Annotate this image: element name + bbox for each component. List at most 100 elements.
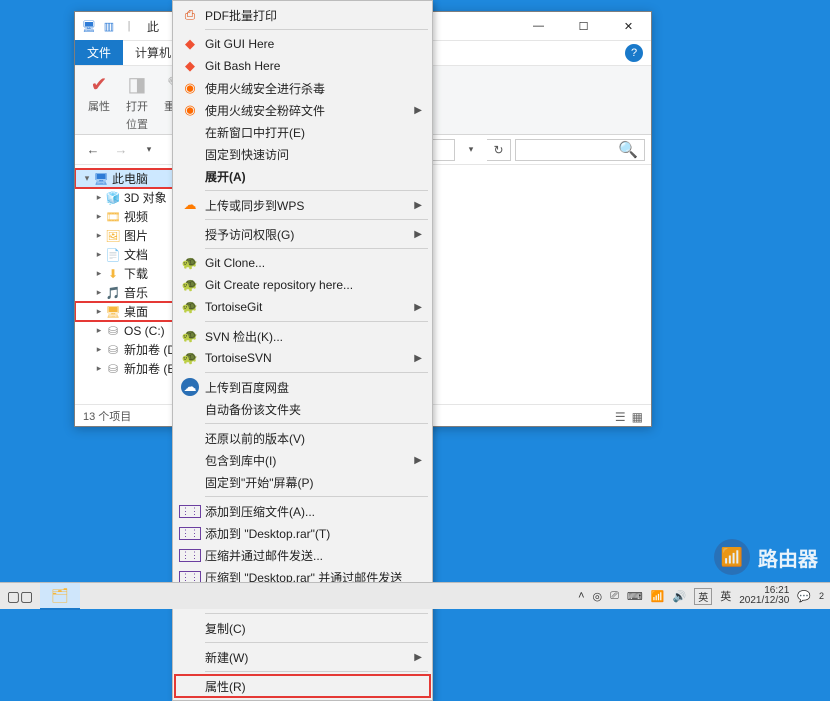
menu-item-label: Git Bash Here [205,59,280,73]
menu-item[interactable]: ⋮⋮添加到 "Desktop.rar"(T) [175,522,430,544]
refresh-button[interactable]: ↻ [487,139,511,161]
menu-item-label: 使用火绒安全粉碎文件 [205,102,325,119]
menu-item[interactable]: 包含到库中(I) ▶ [175,449,430,471]
menu-item[interactable]: ◉使用火绒安全进行杀毒 [175,77,430,99]
dl-icon: ⬇ [105,266,121,282]
menu-item[interactable]: 固定到快速访问 [175,143,430,165]
ime-indicator-2[interactable]: 英 [720,588,731,604]
menu-separator [205,613,428,614]
tree-twisty-icon[interactable]: ▸ [93,230,105,241]
menu-item[interactable]: 授予访问权限(G)▶ [175,223,430,245]
tortoise-icon: 🐢 [181,254,199,272]
taskbar-taskview-button[interactable]: ▢▢ [0,583,40,610]
drive-icon: ⛁ [105,342,121,358]
menu-item-label: 在新窗口中打开(E) [205,124,305,141]
nav-history-button[interactable]: ▾ [137,138,161,162]
address-dropdown-icon[interactable]: ▾ [459,138,483,162]
tray-overflow-icon[interactable]: ˄ [578,590,584,602]
folder-icon: ▥ [101,18,117,34]
menu-item[interactable]: 🐢TortoiseSVN▶ [175,347,430,369]
taskbar-clock[interactable]: 16:21 2021/12/30 [739,586,789,607]
menu-item-label: 属性(R) [205,678,246,695]
menu-item[interactable]: ◉ 使用火绒安全粉碎文件 ▶ [175,99,430,121]
huorong-icon: ◉ [181,79,199,97]
menu-item-label: Git Clone... [205,256,265,270]
menu-item-label: 包含到库中(I) [205,452,276,469]
tray-icon-2[interactable]: ⎚ [610,590,619,603]
menu-item-label: 添加到 "Desktop.rar"(T) [205,525,330,542]
tortoise-icon: 🐢 [181,276,199,294]
search-box[interactable]: 🔍 [515,139,645,161]
tree-twisty-icon[interactable]: ▾ [81,173,93,184]
menu-item[interactable]: 展开(A) [175,165,430,187]
menu-item[interactable]: ◆Git GUI Here [175,33,430,55]
huorong-icon: ◉ [181,101,199,119]
submenu-arrow-icon: ▶ [414,105,422,116]
tree-twisty-icon[interactable]: ▸ [93,192,105,203]
tree-twisty-icon[interactable]: ▸ [93,325,105,336]
menu-item[interactable]: 复制(C) [175,617,430,639]
properties-label: 属性 [88,98,110,114]
tray-icon-1[interactable]: ◎ [593,590,603,603]
maximize-button[interactable]: ☐ [561,12,606,41]
menu-item-label: 复制(C) [205,620,246,637]
tab-file[interactable]: 文件 [75,40,123,65]
notification-icon[interactable]: 💬 [797,590,811,603]
tree-twisty-icon[interactable]: ▸ [93,344,105,355]
taskbar[interactable]: ▢▢ 🗂 ˄ ◎ ⎚ ⌨ 📶 🔊 英 英 16:21 2021/12/30 💬 … [0,582,830,609]
menu-item[interactable]: 在新窗口中打开(E) [175,121,430,143]
tree-twisty-icon[interactable]: ▸ [93,268,105,279]
menu-item[interactable]: ⋮⋮压缩并通过邮件发送... [175,544,430,566]
pc-icon: 🖥 [93,171,109,187]
menu-item[interactable]: ◆Git Bash Here [175,55,430,77]
submenu-arrow-icon: ▶ [414,455,422,466]
tree-twisty-icon[interactable]: ▸ [93,363,105,374]
menu-item[interactable]: 固定到"开始"屏幕(P) [175,471,430,493]
doc-icon: 📄 [105,247,121,263]
menu-separator [205,423,428,424]
menu-item[interactable]: 🐢TortoiseGit▶ [175,296,430,318]
nav-forward-button[interactable]: → [109,138,133,162]
checkmark-icon: ✔ [85,70,113,98]
tree-node-label: 图片 [124,227,148,244]
menu-separator [205,321,428,322]
help-button[interactable]: ? [625,44,643,62]
menu-item[interactable]: 属性(R) [175,675,430,697]
tree-twisty-icon[interactable]: ▸ [93,306,105,317]
menu-item[interactable]: 还原以前的版本(V) [175,427,430,449]
menu-item-label: 还原以前的版本(V) [205,430,305,447]
watermark-text: 路由器 [758,543,818,572]
menu-separator [205,642,428,643]
tray-icon-3[interactable]: ⌨ [627,590,643,603]
open-button[interactable]: ◨ 打开 [123,70,151,114]
menu-item-label: TortoiseGit [205,300,262,314]
menu-item[interactable]: 🐢Git Create repository here... [175,274,430,296]
menu-item[interactable]: ⋮⋮添加到压缩文件(A)... [175,500,430,522]
menu-separator [205,29,428,30]
tree-twisty-icon[interactable]: ▸ [93,211,105,222]
close-button[interactable]: ✕ [606,12,651,41]
view-details-icon[interactable]: ☰ [615,410,626,424]
menu-item[interactable]: 🐢SVN 检出(K)... [175,325,430,347]
nav-back-button[interactable]: ← [81,138,105,162]
tray-icon-4[interactable]: 📶 [651,590,665,603]
pic-icon: 🖼 [105,228,121,244]
tray-volume-icon[interactable]: 🔊 [673,590,687,603]
view-large-icon[interactable]: ▦ [632,410,643,424]
tree-node-label: OS (C:) [124,324,165,338]
menu-item[interactable]: ☁上传或同步到WPS▶ [175,194,430,216]
ime-indicator-1[interactable]: 英 [694,588,712,605]
menu-item[interactable]: ⎙PDF批量打印 [175,4,430,26]
menu-item-label: 授予访问权限(G) [205,226,294,243]
menu-item[interactable]: 自动备份该文件夹 [175,398,430,420]
taskbar-explorer-button[interactable]: 🗂 [40,583,80,610]
menu-item[interactable]: 🐢 Git Clone... [175,252,430,274]
tree-node-label: 此电脑 [112,170,148,187]
properties-button[interactable]: ✔ 属性 [85,70,113,114]
menu-item[interactable]: ☁上传到百度网盘 [175,376,430,398]
tree-twisty-icon[interactable]: ▸ [93,249,105,260]
menu-separator [205,190,428,191]
minimize-button[interactable]: — [516,12,561,41]
menu-item[interactable]: 新建(W)▶ [175,646,430,668]
tree-twisty-icon[interactable]: ▸ [93,287,105,298]
